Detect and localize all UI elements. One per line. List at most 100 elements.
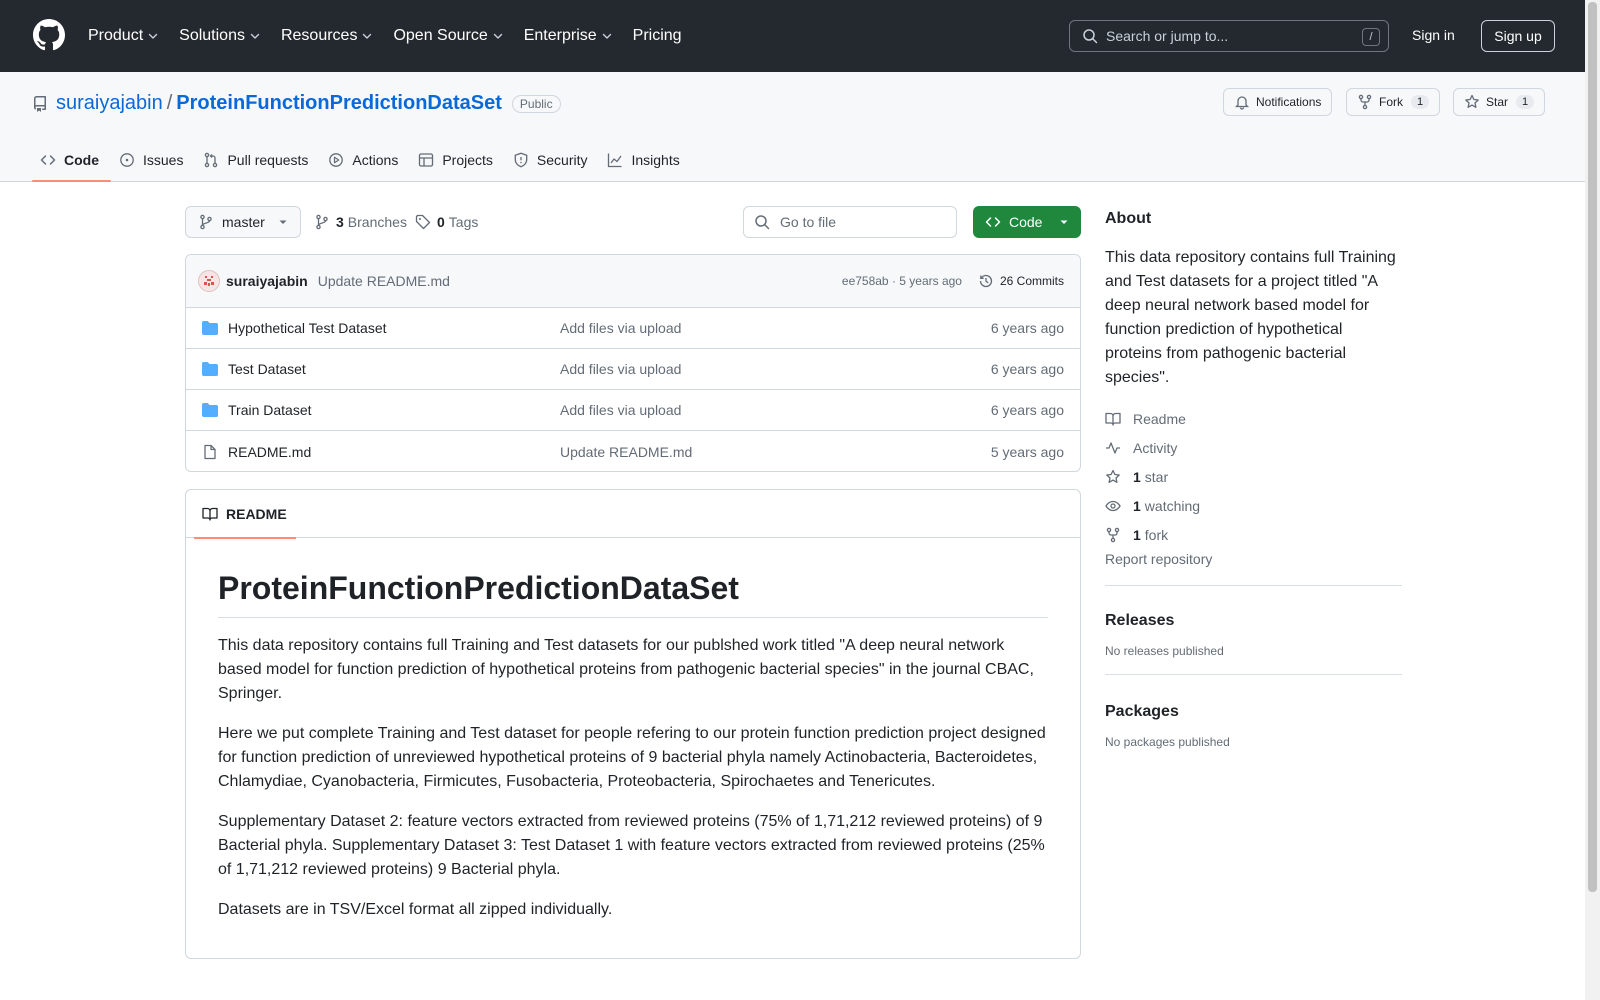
file-name-link[interactable]: Train Dataset [228,402,560,418]
branch-selector[interactable]: master [185,206,301,238]
file-commit-message[interactable]: Update README.md [560,444,692,460]
branch-name: master [222,214,265,230]
top-nav-item-enterprise[interactable]: Enterprise [524,27,613,45]
top-nav-item-product[interactable]: Product [88,27,159,45]
readme-tab-label: README [226,506,287,522]
star-label: Star [1486,95,1509,109]
top-nav-item-pricing[interactable]: Pricing [633,27,682,45]
readme-paragraph: This data repository contains full Train… [218,637,1034,702]
tab-label: Security [536,152,588,168]
repo-owner-link[interactable]: suraiyajabin [56,92,163,115]
readme-tabbar: README [186,490,1080,539]
releases-heading[interactable]: Releases [1105,612,1402,630]
table-icon [418,152,442,168]
readme-link-label: Readme [1133,410,1186,427]
repo-name-link[interactable]: ProteinFunctionPredictionDataSet [176,92,502,115]
triangle-down-icon [1059,217,1069,227]
readme-panel: README ProteinFunctionPredictionDataSet … [185,489,1081,959]
github-logo-icon[interactable] [33,19,65,51]
commit-message-link[interactable]: Update README.md [318,273,450,289]
table-row[interactable]: Hypothetical Test Dataset Add files via u… [186,308,1080,349]
book-icon [202,506,226,522]
go-to-file-input[interactable]: Go to file [743,206,957,238]
file-commit-message[interactable]: Add files via upload [560,361,681,377]
page-scrollbar[interactable] [1585,0,1600,1000]
folder-icon [202,361,218,377]
latest-commit-row: suraiyajabin Update README.md ee758ab · … [186,255,1080,308]
chevron-down-icon [601,30,613,42]
readme-title: ProteinFunctionPredictionDataSet [218,570,1048,618]
releases-section: Releases No releases published [1105,612,1402,675]
stars-link[interactable]: 1 star [1105,462,1402,491]
file-icon [202,444,218,460]
sign-in-link[interactable]: Sign in [1412,27,1455,43]
commit-hash-age[interactable]: ee758ab · 5 years ago [842,274,962,288]
top-nav-item-resources[interactable]: Resources [281,27,373,45]
repo-icon [32,95,48,112]
watching-link[interactable]: 1 watching [1105,491,1402,520]
top-nav-item-open-source[interactable]: Open Source [393,27,503,45]
file-name-link[interactable]: Hypothetical Test Dataset [228,320,560,336]
file-name-link[interactable]: Test Dataset [228,361,560,377]
file-name-link[interactable]: README.md [228,444,560,460]
star-button[interactable]: Star 1 [1453,88,1546,116]
star-count: 1 [1516,95,1535,109]
commits-history-link[interactable]: 26 Commits [978,273,1064,289]
chevron-down-icon [492,30,504,42]
notifications-button[interactable]: Notifications [1223,88,1333,116]
tab-security[interactable]: Security [505,138,600,182]
report-repository-link[interactable]: Report repository [1105,551,1402,586]
tab-label: Actions [352,152,399,168]
issue-icon [119,152,143,168]
chevron-down-icon [361,30,373,42]
search-icon [754,214,780,230]
scrollbar-thumb[interactable] [1588,2,1597,892]
table-row[interactable]: Train Dataset Add files via upload 6 years… [186,390,1080,431]
tab-insights[interactable]: Insights [599,138,691,182]
readme-link[interactable]: Readme [1105,404,1402,433]
branches-link[interactable]: 3 Branches [314,214,407,230]
file-commit-message[interactable]: Add files via upload [560,320,681,336]
tab-pull-requests[interactable]: Pull requests [195,138,320,182]
repo-header: suraiyajabin / ProteinFunctionPrediction… [0,72,1585,182]
code-button-label: Code [1009,214,1043,230]
stars-label: star [1144,468,1169,485]
repo-title: suraiyajabin / ProteinFunctionPrediction… [32,92,561,115]
sign-up-button[interactable]: Sign up [1481,20,1555,52]
tab-issues[interactable]: Issues [111,138,195,182]
visibility-badge: Public [511,94,561,113]
tab-code[interactable]: Code [32,138,111,182]
avatar[interactable] [198,270,220,292]
packages-empty: No packages published [1105,735,1230,749]
top-nav: Product Solutions Resources Open Source Ente… [88,0,702,72]
top-nav-label: Resources [280,27,358,44]
play-icon [328,152,352,168]
fork-count: 1 [1411,95,1430,109]
tab-projects[interactable]: Projects [410,138,505,182]
top-nav-item-solutions[interactable]: Solutions [179,27,261,45]
commit-author-link[interactable]: suraiyajabin [226,273,308,289]
file-commit-message[interactable]: Add files via upload [560,402,681,418]
code-dropdown-button[interactable]: Code [973,206,1081,238]
tab-label: Insights [631,152,680,168]
graph-icon [607,152,631,168]
activity-link[interactable]: Activity [1105,433,1402,462]
packages-heading[interactable]: Packages [1105,703,1402,721]
search-input[interactable]: Search or jump to... / [1069,20,1389,52]
tab-actions[interactable]: Actions [320,138,410,182]
table-row[interactable]: README.md Update README.md 5 years ago [186,431,1080,471]
file-age: 6 years ago [990,320,1064,336]
forks-link[interactable]: 1 fork [1105,520,1402,549]
pull-request-icon [203,152,227,168]
tags-link[interactable]: 0 Tags [415,214,478,230]
search-shortcut-key: / [1362,28,1380,46]
stars-count: 1 [1133,468,1141,485]
readme-paragraph: Here we put complete Training and Test d… [218,725,1046,790]
table-row[interactable]: Test Dataset Add files via upload 6 years … [186,349,1080,390]
about-description: This data repository contains full Train… [1105,249,1396,386]
top-nav-label: Pricing [632,27,682,44]
chevron-down-icon [249,30,261,42]
readme-tab[interactable]: README [194,490,296,539]
fork-button[interactable]: Fork 1 [1346,88,1441,116]
top-nav-label: Open Source [393,27,488,44]
